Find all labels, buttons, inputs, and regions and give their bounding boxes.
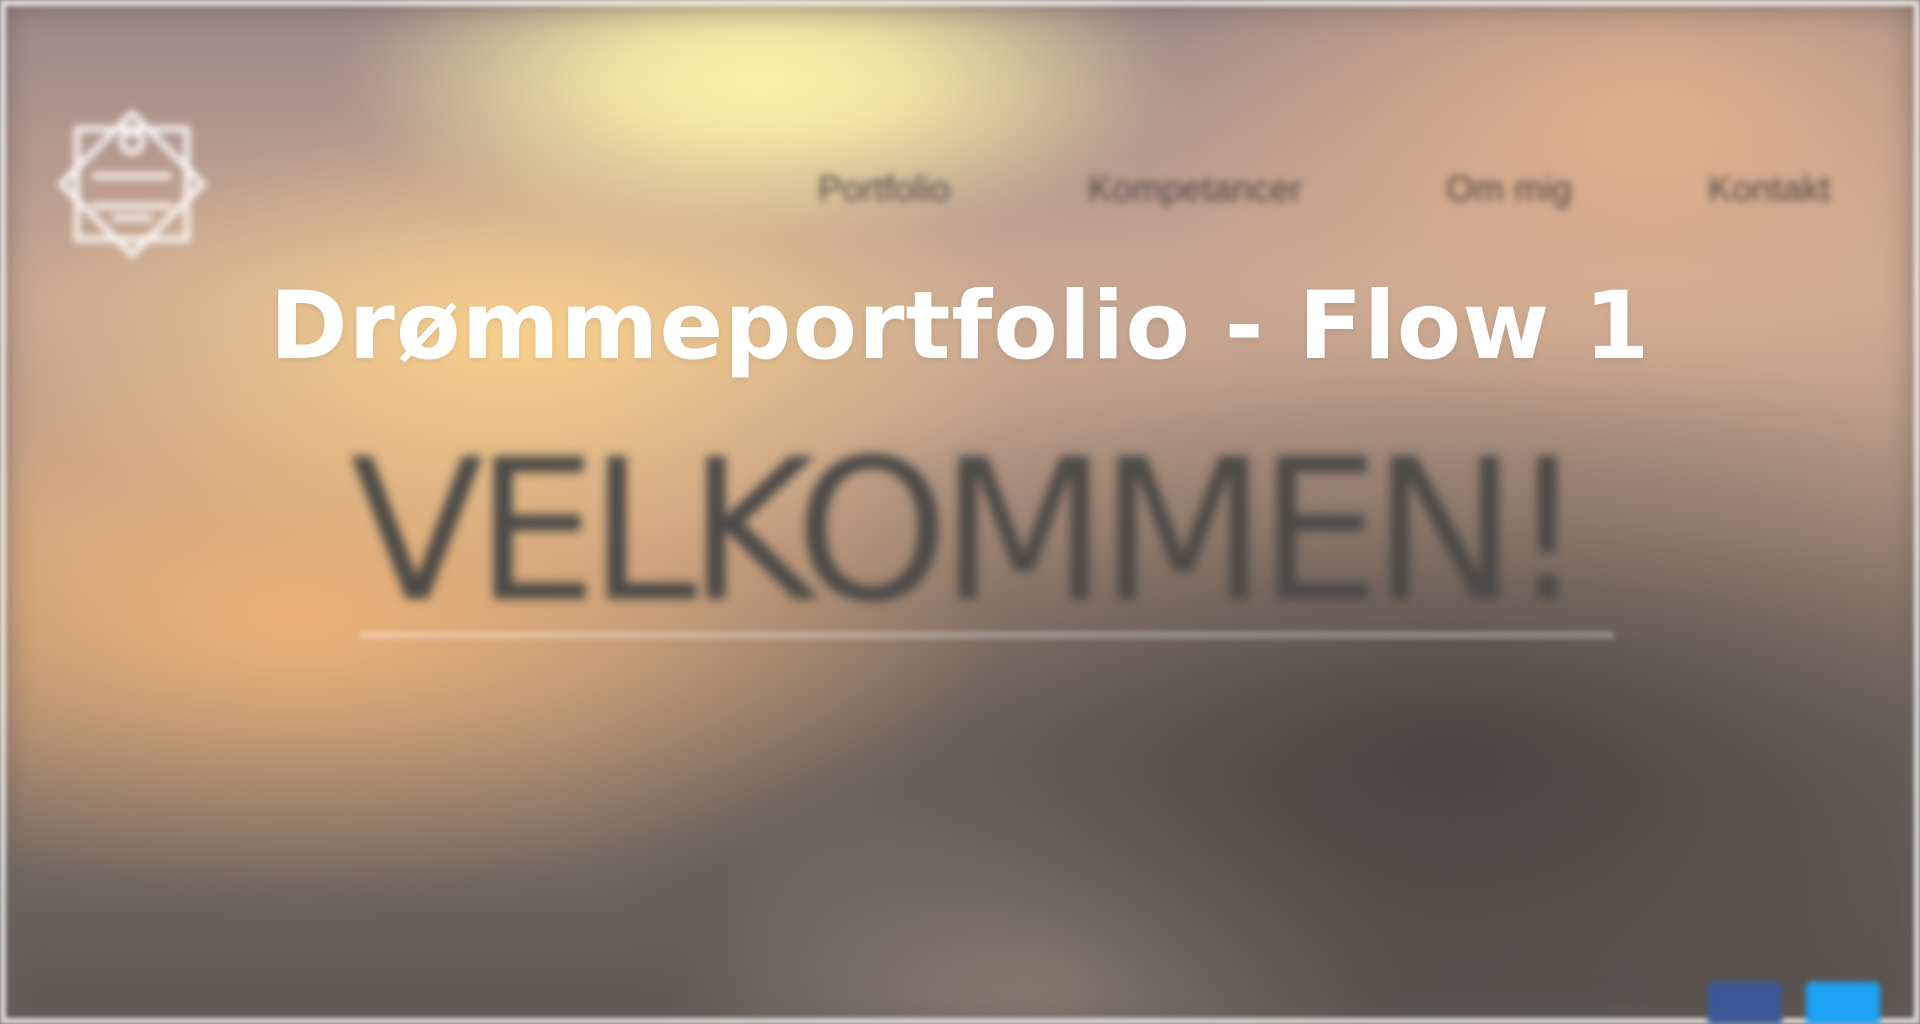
nav-item-kompetancer[interactable]: Kompetancer [1088, 168, 1302, 210]
nav-item-kontakt[interactable]: Kontakt [1708, 168, 1830, 210]
top-navigation: Portfolio Kompetancer Om mig Kontakt [0, 168, 1920, 210]
social-links [1708, 982, 1880, 1024]
nav-item-om-mig[interactable]: Om mig [1446, 168, 1572, 210]
hero-headline: VELKOMMEN! [350, 418, 1586, 646]
twitter-icon[interactable] [1806, 982, 1880, 1024]
overlay-title: Drømmeportfolio - Flow 1 [269, 272, 1651, 381]
hero-divider [360, 632, 1614, 638]
facebook-icon[interactable] [1708, 982, 1782, 1024]
nav-item-portfolio[interactable]: Portfolio [818, 168, 950, 210]
